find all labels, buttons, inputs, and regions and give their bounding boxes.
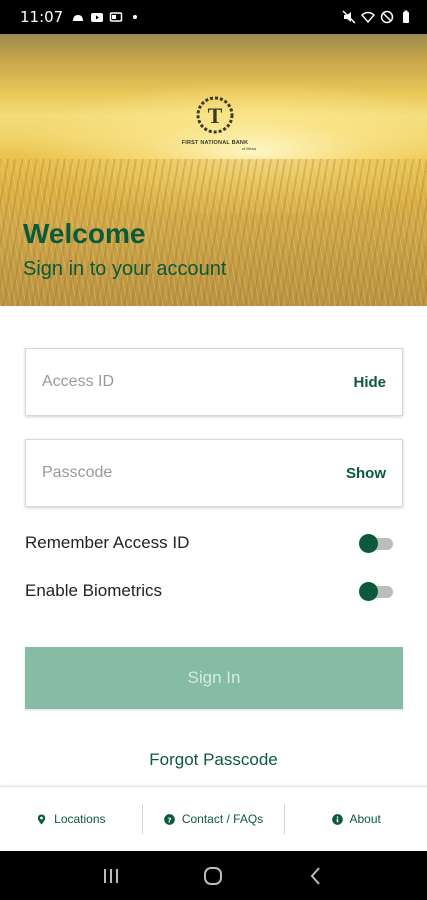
status-time: 11:07 bbox=[20, 8, 64, 26]
footer-contact-label: Contact / FAQs bbox=[181, 812, 264, 826]
help-icon: ? bbox=[163, 813, 175, 825]
dot-icon bbox=[133, 15, 138, 19]
access-id-placeholder[interactable]: Access ID bbox=[42, 373, 353, 391]
toggle-knob bbox=[359, 534, 378, 553]
cast-icon bbox=[109, 12, 123, 22]
toggle-knob bbox=[359, 582, 378, 601]
remember-access-id-label: Remember Access ID bbox=[25, 533, 190, 552]
enable-biometrics-row: Enable Biometrics bbox=[25, 577, 393, 605]
youtube-icon bbox=[91, 13, 104, 22]
show-passcode-button[interactable]: Show bbox=[346, 465, 386, 482]
battery-icon bbox=[403, 10, 409, 23]
wreath-logo-icon: T bbox=[196, 96, 234, 134]
wifi-icon bbox=[361, 11, 375, 24]
bank-logo: T FIRST NATIONAL BANK of Mesa bbox=[168, 94, 262, 162]
signin-subtitle: Sign in to your account bbox=[23, 258, 227, 280]
svg-text:?: ? bbox=[167, 815, 171, 824]
home-icon[interactable] bbox=[202, 865, 224, 887]
hide-access-id-button[interactable]: Hide bbox=[353, 374, 386, 391]
footer-locations[interactable]: Locations bbox=[0, 804, 142, 834]
location-pin-icon bbox=[37, 813, 46, 825]
access-id-field[interactable]: Access ID Hide bbox=[25, 348, 403, 416]
footer-locations-label: Locations bbox=[54, 812, 106, 826]
enable-biometrics-label: Enable Biometrics bbox=[25, 581, 163, 600]
passcode-field[interactable]: Passcode Show bbox=[25, 439, 403, 507]
remember-access-id-toggle[interactable] bbox=[359, 533, 393, 553]
system-nav-bar bbox=[0, 851, 427, 900]
svg-text:T: T bbox=[208, 103, 223, 128]
remember-access-id-row: Remember Access ID bbox=[25, 529, 393, 557]
logo-bank-location: of Mesa bbox=[241, 146, 256, 151]
footer-nav: Locations ? Contact / FAQs About bbox=[0, 786, 427, 851]
info-icon bbox=[331, 813, 343, 825]
forgot-passcode-link[interactable]: Forgot Passcode bbox=[0, 750, 427, 770]
footer-contact-faqs[interactable]: ? Contact / FAQs bbox=[141, 804, 285, 834]
logo-bank-name: FIRST NATIONAL BANK bbox=[181, 140, 249, 146]
hero-banner: T FIRST NATIONAL BANK of Mesa Welcome Si… bbox=[0, 34, 427, 306]
footer-about-label: About bbox=[349, 812, 381, 826]
passcode-placeholder[interactable]: Passcode bbox=[42, 464, 346, 482]
sign-in-button[interactable]: Sign In bbox=[25, 647, 403, 709]
enable-biometrics-toggle[interactable] bbox=[359, 581, 393, 601]
recent-apps-icon[interactable] bbox=[100, 865, 122, 887]
android-icon bbox=[73, 15, 84, 21]
back-icon[interactable] bbox=[305, 865, 327, 887]
do-not-disturb-icon bbox=[380, 10, 394, 24]
welcome-heading: Welcome bbox=[23, 218, 146, 249]
footer-about[interactable]: About bbox=[284, 804, 427, 834]
status-bar: 11:07 bbox=[0, 0, 427, 34]
mute-icon bbox=[342, 10, 356, 24]
